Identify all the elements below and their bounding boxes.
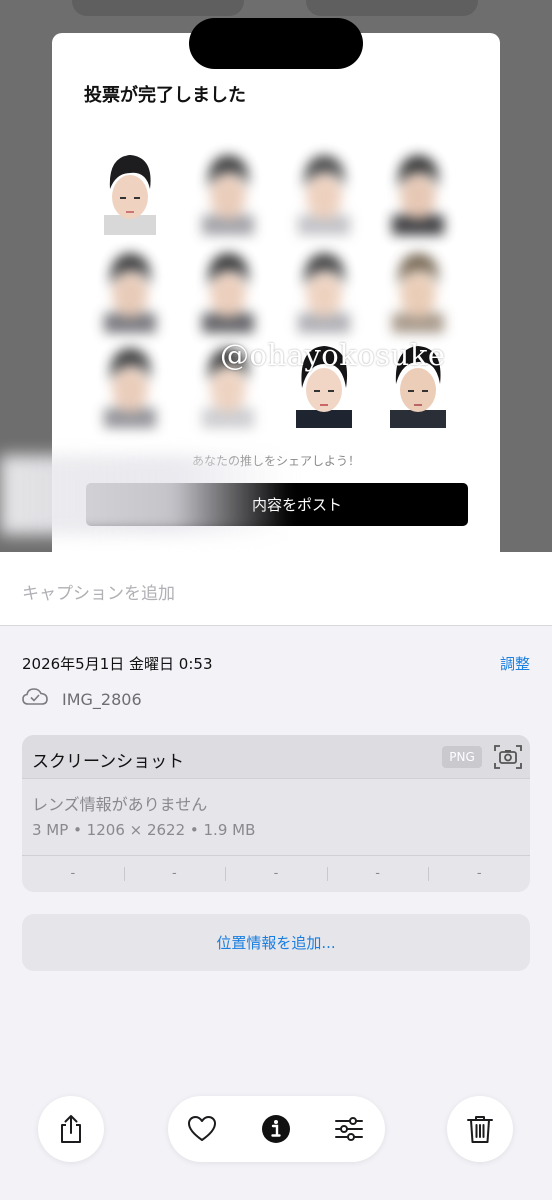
exif-row: - - - - - — [22, 856, 530, 892]
face-image-blurred — [298, 253, 350, 333]
heart-icon[interactable] — [186, 1113, 218, 1145]
add-location-button[interactable]: 位置情報を追加... — [22, 914, 530, 971]
dynamic-island — [189, 18, 363, 69]
face-image-blurred — [392, 155, 444, 235]
share-icon — [61, 1115, 81, 1143]
background-pill — [306, 0, 478, 16]
face-image — [104, 155, 156, 235]
metadata-title: スクリーンショット — [32, 752, 185, 772]
format-badge: PNG — [442, 746, 482, 768]
image-specs: 3 MP • 1206 × 2622 • 1.9 MB — [32, 821, 256, 839]
caption-field[interactable]: キャプションを追加 — [0, 552, 552, 626]
adjust-date-button[interactable]: 調整 — [500, 653, 530, 674]
share-button[interactable] — [38, 1096, 104, 1162]
photo-preview[interactable]: 投票が完了しました @ohayokosuke 内容をポスト — [0, 0, 552, 552]
watermark-text: @ohayokosuke — [220, 338, 446, 372]
face-image-blurred — [202, 253, 254, 333]
exif-value: - — [326, 856, 429, 892]
caption-placeholder: キャプションを追加 — [22, 584, 175, 604]
exif-value: - — [225, 856, 327, 892]
face-image-blurred — [202, 155, 254, 235]
face-image-blurred — [298, 155, 350, 235]
metadata-header: スクリーンショット PNG — [22, 735, 530, 779]
exif-value: - — [70, 866, 76, 881]
toolbar-pill — [168, 1096, 385, 1162]
metadata-card: スクリーンショット PNG レンズ情報がありません 3 MP • 1206 × … — [22, 735, 530, 892]
trash-icon — [467, 1116, 493, 1143]
card-title: 投票が完了しました — [84, 85, 246, 106]
motion-smear — [0, 455, 290, 535]
icloud-check-icon — [22, 688, 48, 705]
date-time: 2026年5月1日 金曜日 0:53 — [22, 655, 213, 673]
face-image-blurred — [104, 253, 156, 333]
exif-value: - — [428, 856, 530, 892]
screenshot-camera-icon[interactable] — [493, 743, 523, 771]
info-icon[interactable] — [260, 1113, 292, 1145]
face-image-blurred — [392, 253, 444, 333]
face-image-blurred — [104, 348, 156, 428]
exif-value: - — [123, 856, 226, 892]
background-pill — [72, 0, 244, 16]
file-name: IMG_2806 — [62, 690, 142, 709]
lens-info: レンズ情報がありません — [32, 795, 208, 814]
adjust-icon[interactable] — [333, 1113, 365, 1145]
delete-button[interactable] — [447, 1096, 513, 1162]
